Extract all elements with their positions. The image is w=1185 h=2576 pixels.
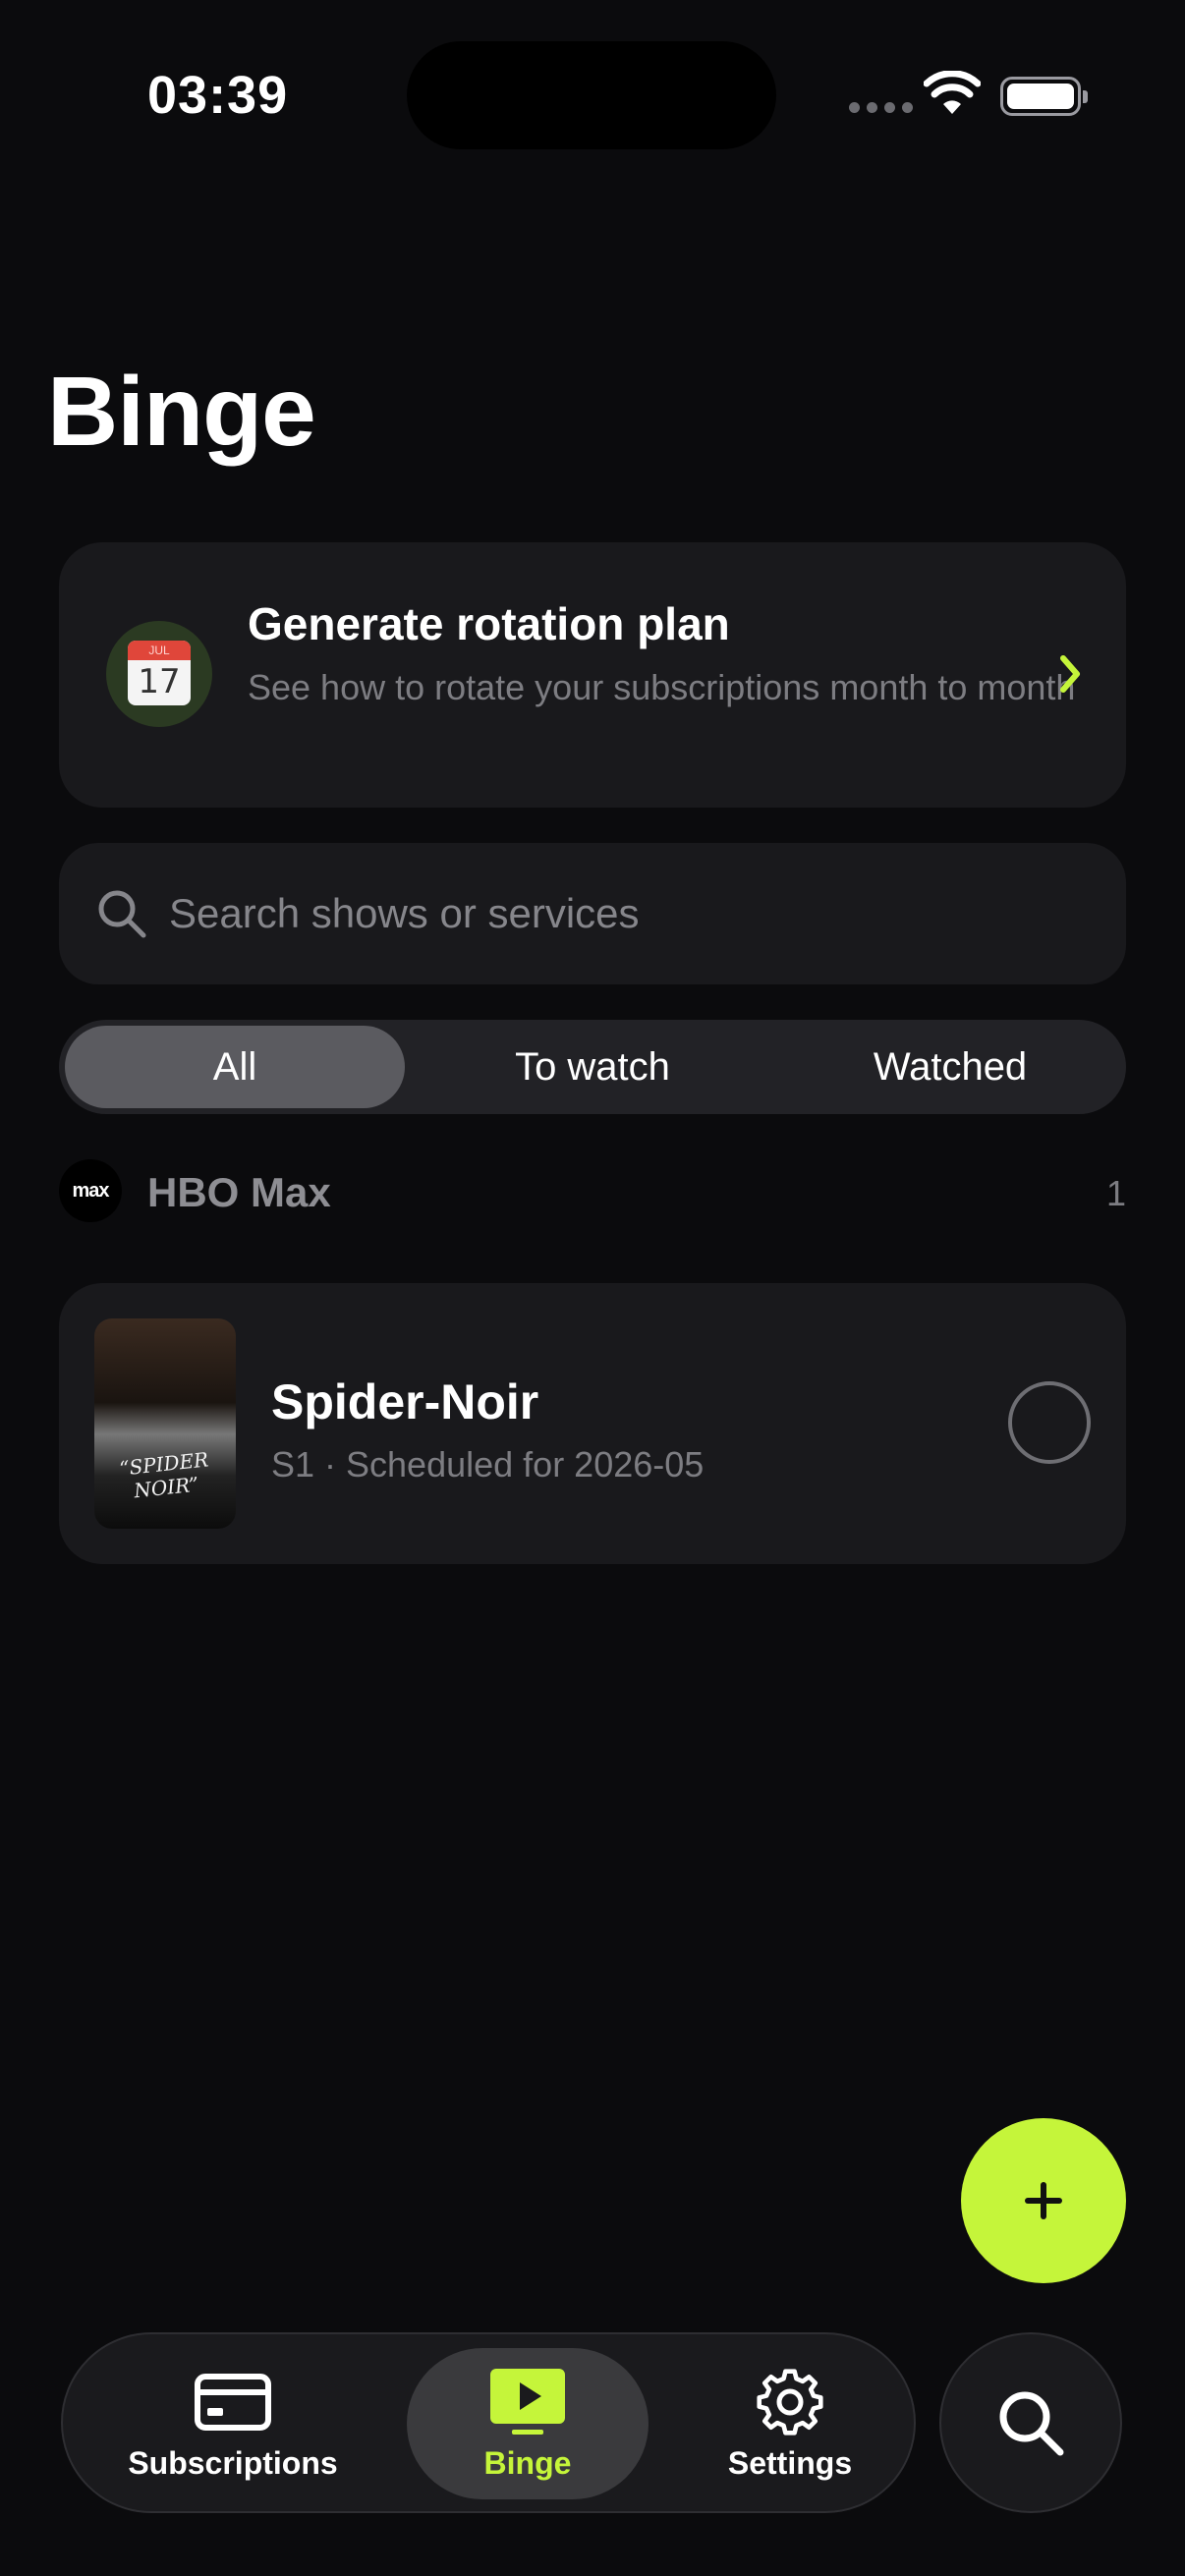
status-time: 03:39 [147, 66, 289, 125]
tab-subscriptions-label: Subscriptions [128, 2444, 338, 2481]
add-show-button[interactable] [961, 2118, 1126, 2283]
filter-to-watch[interactable]: To watch [423, 1026, 762, 1108]
tab-settings-label: Settings [727, 2444, 853, 2481]
tv-play-icon [490, 2368, 565, 2435]
search-bar[interactable] [59, 843, 1126, 984]
plus-icon [1025, 2182, 1062, 2219]
service-name: HBO Max [147, 1169, 331, 1215]
show-schedule: S1 · Scheduled for 2026-05 [271, 1444, 705, 1484]
rotation-plan-title: Generate rotation plan [248, 598, 730, 649]
search-icon [999, 2391, 1064, 2456]
tab-subscriptions[interactable]: Subscriptions [90, 2348, 375, 2499]
filter-segmented-control: All To watch Watched [59, 1020, 1126, 1114]
tab-bar: Subscriptions Binge Settings [61, 2332, 916, 2513]
service-show-count: 1 [1105, 1173, 1126, 1213]
calendar-icon: JUL 17 [106, 621, 212, 727]
calendar-day: 17 [138, 662, 181, 701]
battery-icon [1000, 77, 1088, 116]
watched-checkbox[interactable] [1008, 1381, 1091, 1464]
tab-settings[interactable]: Settings [692, 2348, 888, 2499]
tab-binge-label: Binge [483, 2444, 572, 2481]
wifi-icon [924, 71, 981, 114]
page-title: Binge [47, 357, 316, 467]
card-icon [195, 2373, 271, 2431]
generate-rotation-plan-card[interactable]: JUL 17 Generate rotation plan See how to… [59, 542, 1126, 808]
gear-icon [757, 2368, 823, 2436]
show-list-item[interactable]: “SPIDER NOIR” Spider-Noir S1 · Scheduled… [59, 1283, 1126, 1564]
filter-watched[interactable]: Watched [780, 1026, 1120, 1108]
show-poster: “SPIDER NOIR” [94, 1318, 236, 1529]
show-title: Spider-Noir [271, 1374, 539, 1429]
binge-screen: 03:39 Binge JUL 17 Generate rotation pla… [0, 0, 1185, 2576]
tab-binge[interactable]: Binge [407, 2348, 649, 2499]
chevron-right-icon [1060, 655, 1080, 693]
hbo-max-logo: max [59, 1159, 122, 1222]
cellular-signal-icon [849, 102, 913, 113]
calendar-month: JUL [128, 641, 191, 660]
filter-all[interactable]: All [65, 1026, 405, 1108]
poster-title-text: “SPIDER NOIR” [118, 1447, 210, 1503]
search-input[interactable] [169, 882, 1053, 945]
search-icon [98, 890, 146, 938]
rotation-plan-subtitle: See how to rotate your subscriptions mon… [248, 667, 1076, 707]
global-search-button[interactable] [939, 2332, 1122, 2513]
dynamic-island [407, 41, 776, 149]
